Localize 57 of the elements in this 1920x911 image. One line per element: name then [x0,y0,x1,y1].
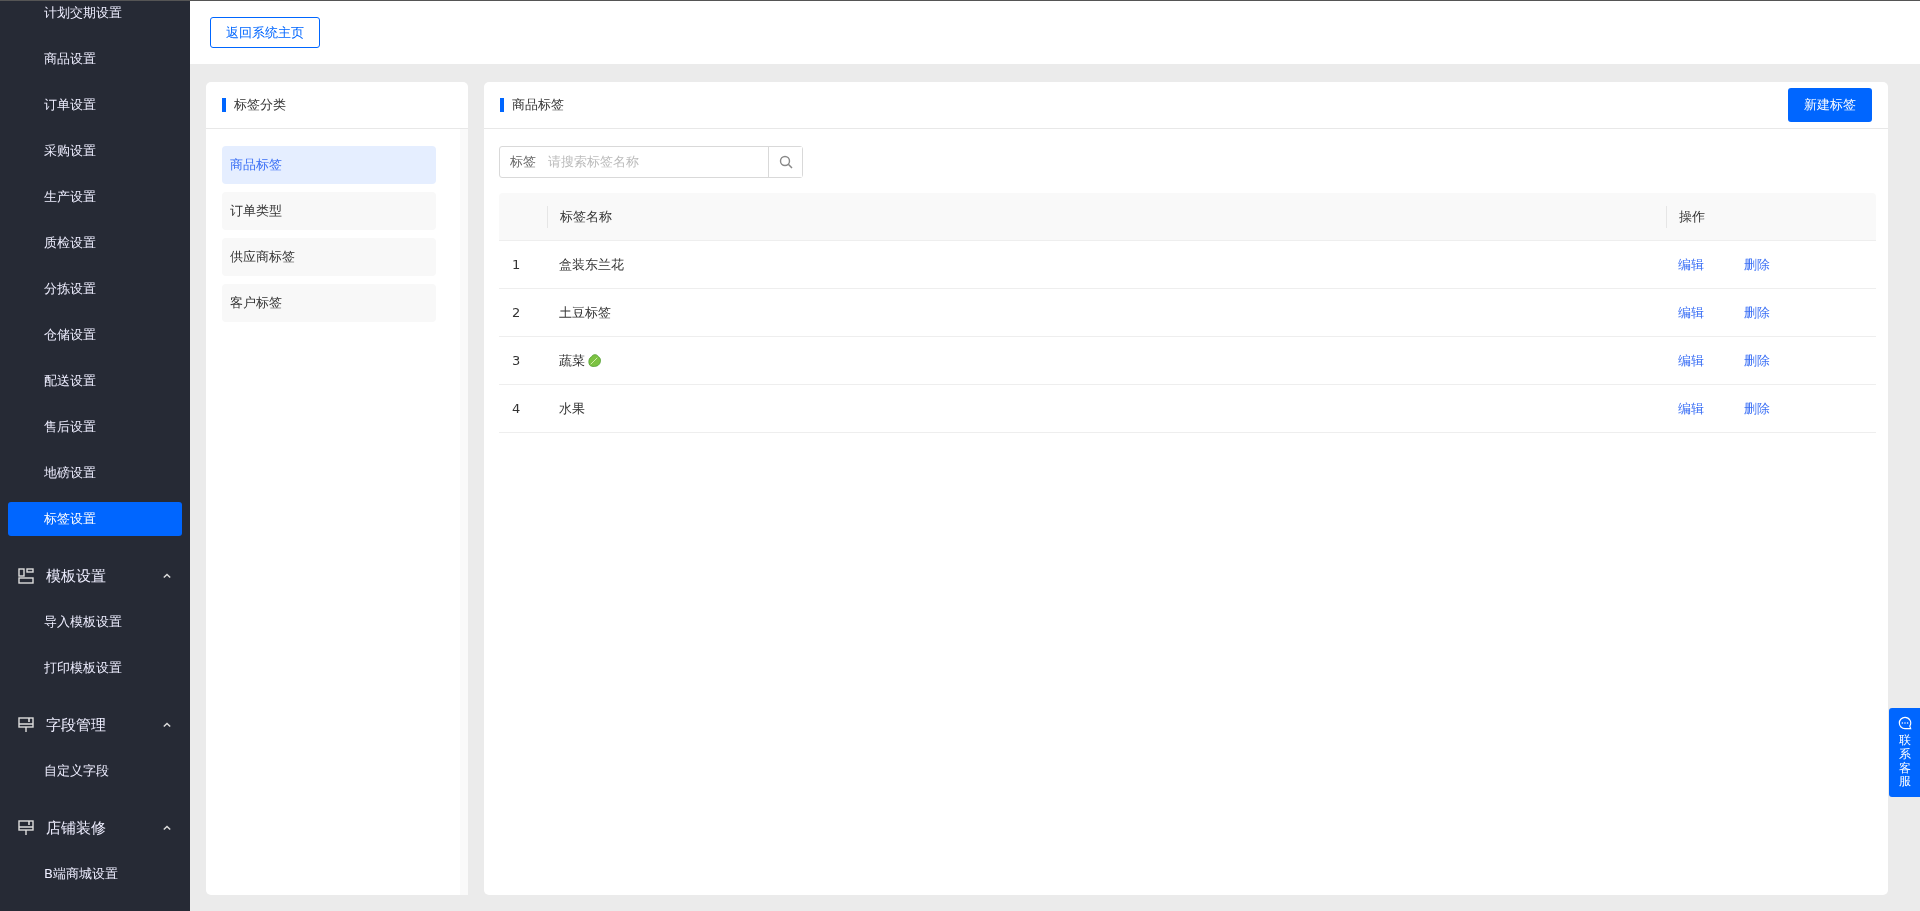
sidebar-group[interactable]: 店铺装修 [0,811,190,845]
row-index: 4 [511,399,522,418]
table-cell-text: 蔬菜 [559,351,585,370]
action-link[interactable]: 删除 [1744,350,1770,371]
table-cell-text: 盒装东兰花 [559,255,624,274]
row-index: 1 [511,255,522,274]
category-item[interactable]: 供应商标签 [222,238,436,276]
search-button[interactable] [768,147,802,177]
sidebar-item[interactable]: 打印模板设置 [8,651,182,685]
sidebar-item[interactable]: 配送设置 [8,364,182,398]
action-link[interactable]: 编辑 [1678,302,1704,323]
paint-brush-icon [18,820,34,836]
category-item[interactable]: 客户标签 [222,284,436,322]
chat-bubble-icon [1897,716,1912,730]
sidebar-item[interactable]: 地磅设置 [8,456,182,490]
row-index: 3 [511,351,522,370]
search-bar[interactable]: 标签 请搜索标签名称 [499,146,803,178]
column-header: 操作 [1666,205,1876,228]
paint-brush-icon [18,717,34,733]
panel-title: 商品标签 [500,98,564,112]
sidebar-item[interactable]: 质检设置 [8,226,182,260]
sidebar-item[interactable]: 采购设置 [8,134,182,168]
sidebar-item[interactable]: 仓储设置 [8,318,182,352]
action-link[interactable]: 删除 [1744,254,1770,275]
action-link[interactable]: 编辑 [1678,398,1704,419]
row-index: 2 [511,303,522,322]
contact-service-button[interactable]: 联系客服 [1889,708,1920,798]
category-item[interactable]: 订单类型 [222,192,436,230]
table-cell-text: 水果 [559,399,585,418]
search-label: 标签 [509,153,537,172]
action-link[interactable]: 删除 [1744,398,1770,419]
sidebar-item[interactable]: 售后设置 [8,410,182,444]
layout-icon [18,568,34,584]
sidebar-item[interactable]: 生产设置 [8,180,182,214]
sidebar-item[interactable]: 计划交期设置 [8,1,182,30]
group-label: 店铺装修 [46,817,106,839]
action-link[interactable]: 编辑 [1678,254,1704,275]
action-link[interactable]: 删除 [1744,302,1770,323]
group-label: 字段管理 [46,714,106,736]
sidebar-item[interactable]: B端商城设置 [8,857,182,891]
back-home-button[interactable]: 返回系统主页 [210,16,320,49]
sidebar-item[interactable]: 分拣设置 [8,272,182,306]
panel-title: 标签分类 [222,98,286,112]
sidebar-item[interactable]: 导入模板设置 [8,605,182,639]
sidebar-item[interactable]: 订单设置 [8,88,182,122]
sidebar-item[interactable]: 标签设置 [8,502,182,536]
sidebar-group[interactable]: 字段管理 [0,708,190,742]
category-item[interactable]: 商品标签 [222,146,436,184]
action-link[interactable]: 编辑 [1678,350,1704,371]
group-label: 模板设置 [46,565,106,587]
search-icon [778,155,793,169]
sidebar-item[interactable]: 自定义字段 [8,754,182,788]
table-cell-text: 土豆标签 [559,303,611,322]
new-tag-button[interactable]: 新建标签 [1788,88,1872,122]
column-header: 标签名称 [547,205,1666,228]
sidebar-item[interactable]: 商品设置 [8,42,182,76]
sidebar-group[interactable]: 模板设置 [0,559,190,593]
